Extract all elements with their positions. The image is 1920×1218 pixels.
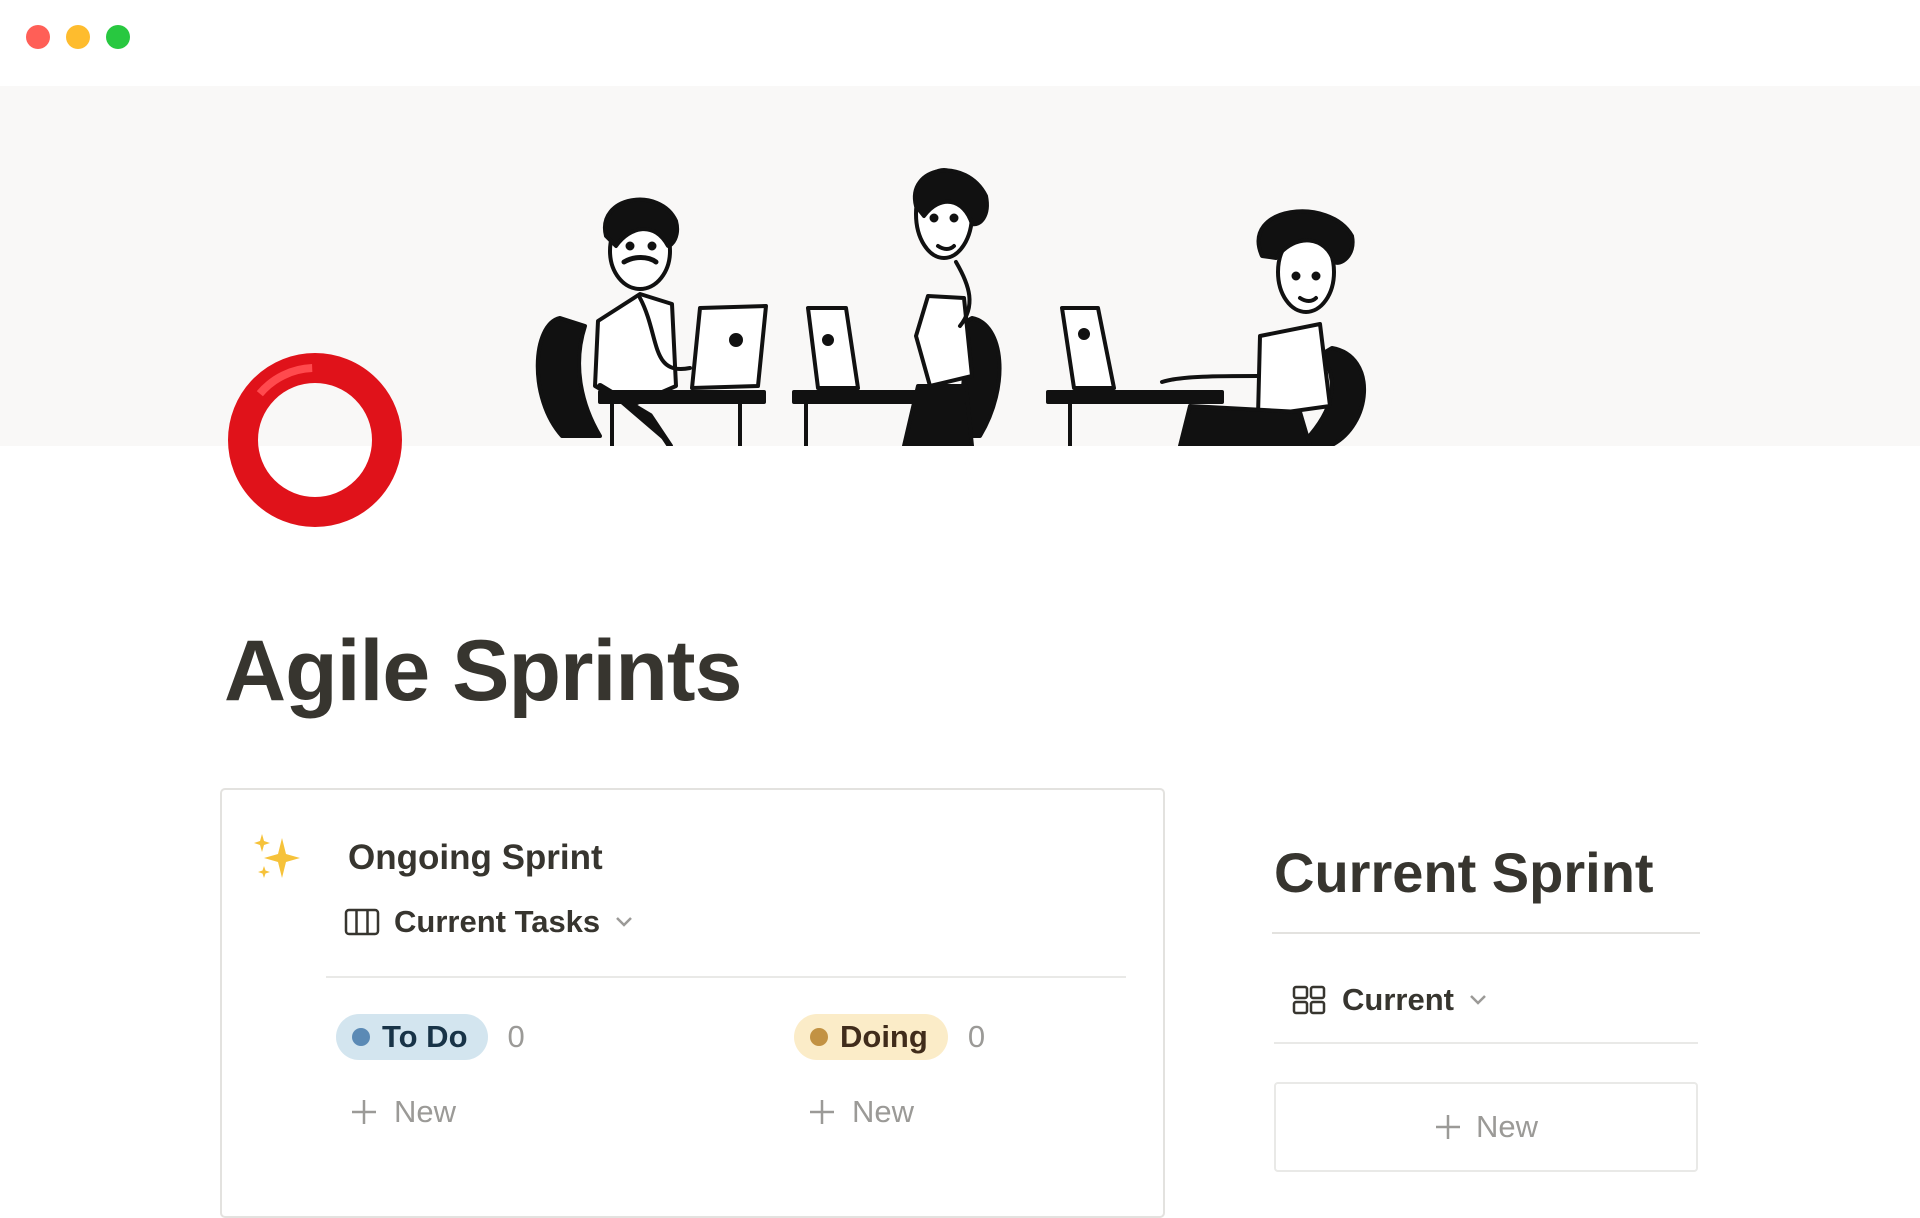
- board-column-todo: To Do 0 New: [336, 1014, 525, 1129]
- view-tab-label: Current: [1342, 982, 1454, 1017]
- view-divider: [1274, 1042, 1698, 1044]
- window-titlebar: [0, 0, 1920, 86]
- view-tab-label: Current Tasks: [394, 904, 601, 939]
- chevron-down-icon: [616, 917, 633, 927]
- sparkles-icon: [254, 834, 300, 878]
- status-label: To Do: [382, 1019, 468, 1054]
- zoom-window-button[interactable]: [106, 25, 130, 49]
- section-divider: [1272, 932, 1700, 934]
- ongoing-sprint-title[interactable]: Ongoing Sprint: [348, 838, 603, 878]
- gallery-view-icon: [1292, 985, 1326, 1015]
- chevron-down-icon: [1470, 995, 1486, 1005]
- status-pill-todo[interactable]: To Do: [336, 1014, 488, 1060]
- view-divider: [326, 976, 1126, 978]
- status-dot: [810, 1028, 828, 1046]
- new-label: New: [1475, 1109, 1538, 1144]
- add-card-button[interactable]: New: [808, 1094, 914, 1130]
- plus-icon: [1435, 1115, 1460, 1139]
- board-column-doing: Doing 0 New: [794, 1014, 986, 1129]
- board-view-icon: [344, 908, 380, 936]
- current-sprint-title[interactable]: Current Sprint: [1274, 840, 1654, 905]
- new-label: New: [394, 1094, 457, 1129]
- column-count: 0: [967, 1019, 986, 1054]
- plus-icon: [352, 1100, 376, 1124]
- view-tab-current[interactable]: Current: [1292, 982, 1488, 1018]
- new-label: New: [852, 1094, 915, 1129]
- minimize-window-button[interactable]: [66, 25, 90, 49]
- plus-icon: [810, 1100, 834, 1124]
- status-dot: [352, 1028, 370, 1046]
- view-tab-current-tasks[interactable]: Current Tasks: [344, 904, 634, 940]
- red-ring-icon[interactable]: [226, 351, 404, 529]
- add-card-button[interactable]: New: [350, 1094, 456, 1130]
- close-window-button[interactable]: [26, 25, 50, 49]
- page-title[interactable]: Agile Sprints: [224, 622, 742, 721]
- status-label: Doing: [840, 1019, 928, 1054]
- status-pill-doing[interactable]: Doing: [794, 1014, 948, 1060]
- column-count: 0: [507, 1019, 525, 1054]
- ongoing-sprint-card: Ongoing Sprint Current Tasks To Do 0 New: [220, 788, 1165, 1218]
- add-gallery-card-button[interactable]: New: [1274, 1082, 1698, 1172]
